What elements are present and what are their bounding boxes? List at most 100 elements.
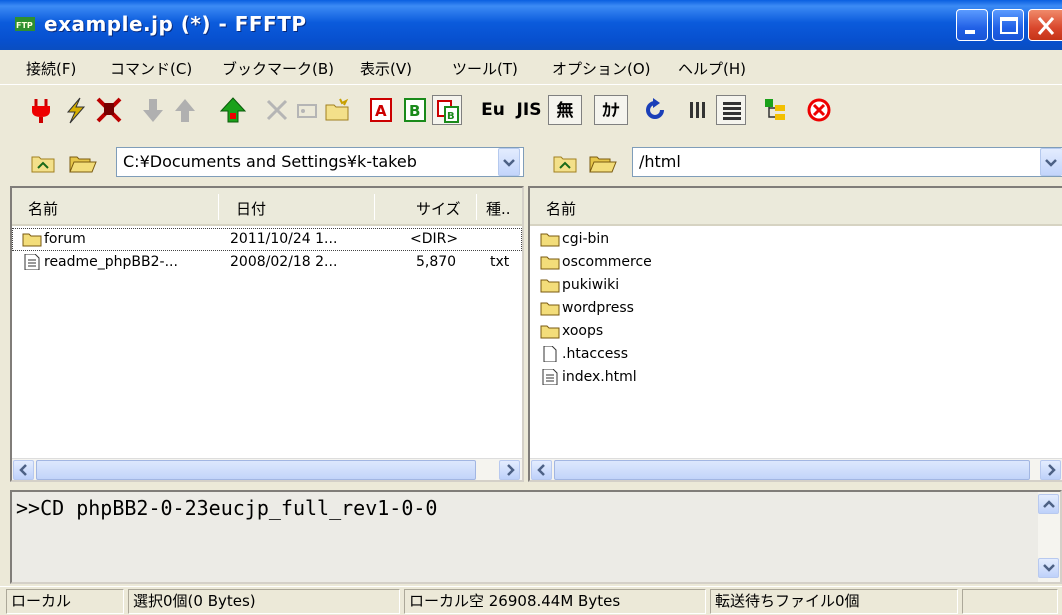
binary-b-icon: B bbox=[404, 98, 426, 122]
chevron-down-icon bbox=[503, 159, 515, 167]
scroll-up-button[interactable] bbox=[1038, 494, 1059, 514]
disconnect-button[interactable] bbox=[94, 95, 124, 125]
svg-text:FTP: FTP bbox=[16, 21, 33, 30]
new-folder-button[interactable] bbox=[322, 95, 352, 125]
remote-file-row[interactable]: cgi-bin bbox=[530, 228, 1062, 251]
menu-options[interactable]: オプション(O) bbox=[552, 58, 651, 79]
detail-view-icon bbox=[723, 102, 741, 120]
stop-icon bbox=[807, 98, 831, 122]
ascii-mode-button[interactable]: A bbox=[366, 95, 396, 125]
rename-button[interactable] bbox=[292, 95, 322, 125]
remote-horizontal-scrollbar[interactable] bbox=[530, 458, 1062, 480]
close-button[interactable] bbox=[1028, 9, 1062, 41]
maximize-button[interactable] bbox=[992, 9, 1024, 41]
jis-button[interactable]: JIS bbox=[512, 95, 546, 125]
svg-text:B: B bbox=[447, 111, 455, 122]
remote-path-dropdown[interactable] bbox=[1040, 148, 1062, 176]
local-file-row[interactable]: forum 2011/10/24 1... <DIR> bbox=[12, 228, 522, 251]
svg-text:A: A bbox=[375, 102, 387, 120]
remote-file-row[interactable]: pukiwiki bbox=[530, 274, 1062, 297]
kana-button[interactable]: ｶﾅ bbox=[594, 95, 628, 125]
log-window[interactable]: >>CD phpBB2-0-23eucjp_full_rev1-0-0 bbox=[10, 490, 1062, 584]
remote-file-row[interactable]: oscommerce bbox=[530, 251, 1062, 274]
binary-mode-button[interactable]: B bbox=[400, 95, 430, 125]
menu-connect[interactable]: 接続(F) bbox=[26, 58, 76, 79]
status-queue: 転送待ちファイル0個 bbox=[710, 589, 958, 614]
title-bar: FTP example.jp (*) - FFFTP bbox=[0, 0, 1062, 50]
remote-path-input[interactable]: /html bbox=[632, 147, 1062, 177]
local-open-folder-button[interactable] bbox=[68, 150, 97, 174]
folder-icon bbox=[540, 302, 560, 316]
remote-file-row[interactable]: wordpress bbox=[530, 297, 1062, 320]
file-name: cgi-bin bbox=[562, 231, 610, 247]
no-conversion-button[interactable]: 無 bbox=[548, 95, 582, 125]
scroll-right-button[interactable] bbox=[499, 460, 520, 480]
download-button[interactable] bbox=[138, 95, 168, 125]
folder-icon bbox=[540, 279, 560, 293]
remote-up-folder-button[interactable] bbox=[552, 150, 578, 174]
menu-bookmark[interactable]: ブックマーク(B) bbox=[222, 58, 334, 79]
scroll-thumb[interactable] bbox=[554, 460, 1030, 480]
tree-view-button[interactable] bbox=[760, 95, 790, 125]
detail-view-button[interactable] bbox=[716, 95, 746, 125]
log-line: >>CD phpBB2-0-23eucjp_full_rev1-0-0 bbox=[16, 496, 438, 520]
ascii-a-icon: A bbox=[370, 98, 392, 122]
scroll-thumb[interactable] bbox=[36, 460, 476, 480]
local-col-type[interactable]: 種.. bbox=[486, 198, 511, 219]
scroll-right-button[interactable] bbox=[1040, 460, 1061, 480]
menu-help[interactable]: ヘルプ(H) bbox=[678, 58, 746, 79]
open-folder-icon bbox=[589, 156, 617, 173]
remote-file-pane[interactable]: 名前 cgi-bin oscommerce pukiwiki wordpress… bbox=[528, 186, 1062, 482]
local-up-folder-button[interactable] bbox=[30, 150, 56, 174]
up-folder-icon bbox=[553, 156, 577, 173]
status-extra bbox=[962, 589, 1058, 614]
connect-button[interactable] bbox=[26, 95, 56, 125]
text-file-icon bbox=[24, 254, 40, 270]
local-file-row[interactable]: readme_phpBB2-... 2008/02/18 2... 5,870 … bbox=[12, 251, 522, 274]
log-vertical-scrollbar[interactable] bbox=[1038, 492, 1060, 582]
remote-open-folder-button[interactable] bbox=[588, 150, 617, 174]
eucjp-button[interactable]: Eu bbox=[476, 95, 510, 125]
menu-command[interactable]: コマンド(C) bbox=[110, 58, 192, 79]
arrow-up-icon bbox=[175, 99, 195, 122]
quick-connect-button[interactable] bbox=[60, 95, 90, 125]
menu-view[interactable]: 表示(V) bbox=[360, 58, 412, 79]
tree-view-icon bbox=[765, 99, 785, 120]
local-col-size[interactable]: サイズ bbox=[416, 198, 461, 219]
new-folder-icon bbox=[325, 98, 349, 121]
file-size: 5,870 bbox=[416, 254, 457, 270]
abort-button[interactable] bbox=[804, 95, 834, 125]
auto-mode-button[interactable]: B bbox=[432, 95, 462, 125]
scroll-down-button[interactable] bbox=[1038, 558, 1059, 578]
local-path-dropdown[interactable] bbox=[498, 148, 520, 176]
file-name: readme_phpBB2-... bbox=[44, 254, 178, 270]
column-divider[interactable] bbox=[218, 194, 219, 220]
minimize-button[interactable] bbox=[956, 9, 988, 41]
refresh-button[interactable] bbox=[640, 95, 670, 125]
delete-button[interactable] bbox=[262, 95, 292, 125]
scroll-left-button[interactable] bbox=[531, 460, 552, 480]
local-col-name[interactable]: 名前 bbox=[28, 198, 58, 219]
local-col-date[interactable]: 日付 bbox=[236, 198, 266, 219]
local-path-input[interactable]: C:¥Documents and Settings¥k-takeb bbox=[116, 147, 524, 177]
column-divider[interactable] bbox=[374, 194, 375, 220]
file-name: forum bbox=[44, 231, 86, 247]
local-file-pane[interactable]: 名前 日付 サイズ 種.. forum 2011/10/24 1... <DIR… bbox=[10, 186, 524, 482]
rename-icon bbox=[297, 104, 317, 118]
plug-icon bbox=[32, 99, 50, 123]
column-divider[interactable] bbox=[476, 194, 477, 220]
upload-button[interactable] bbox=[170, 95, 200, 125]
folder-icon bbox=[540, 256, 560, 270]
remote-file-row[interactable]: index.html bbox=[530, 366, 1062, 389]
delete-x-icon bbox=[266, 99, 288, 121]
mirror-upload-button[interactable] bbox=[218, 95, 248, 125]
local-horizontal-scrollbar[interactable] bbox=[12, 458, 522, 480]
remote-file-row[interactable]: xoops bbox=[530, 320, 1062, 343]
auto-mode-icon: B bbox=[437, 100, 459, 123]
remote-file-row[interactable]: .htaccess bbox=[530, 343, 1062, 366]
menu-tools[interactable]: ツール(T) bbox=[452, 58, 518, 79]
scroll-left-button[interactable] bbox=[13, 460, 34, 480]
remote-col-name[interactable]: 名前 bbox=[546, 198, 576, 219]
list-view-button[interactable] bbox=[684, 95, 714, 125]
disconnect-icon bbox=[96, 97, 122, 123]
